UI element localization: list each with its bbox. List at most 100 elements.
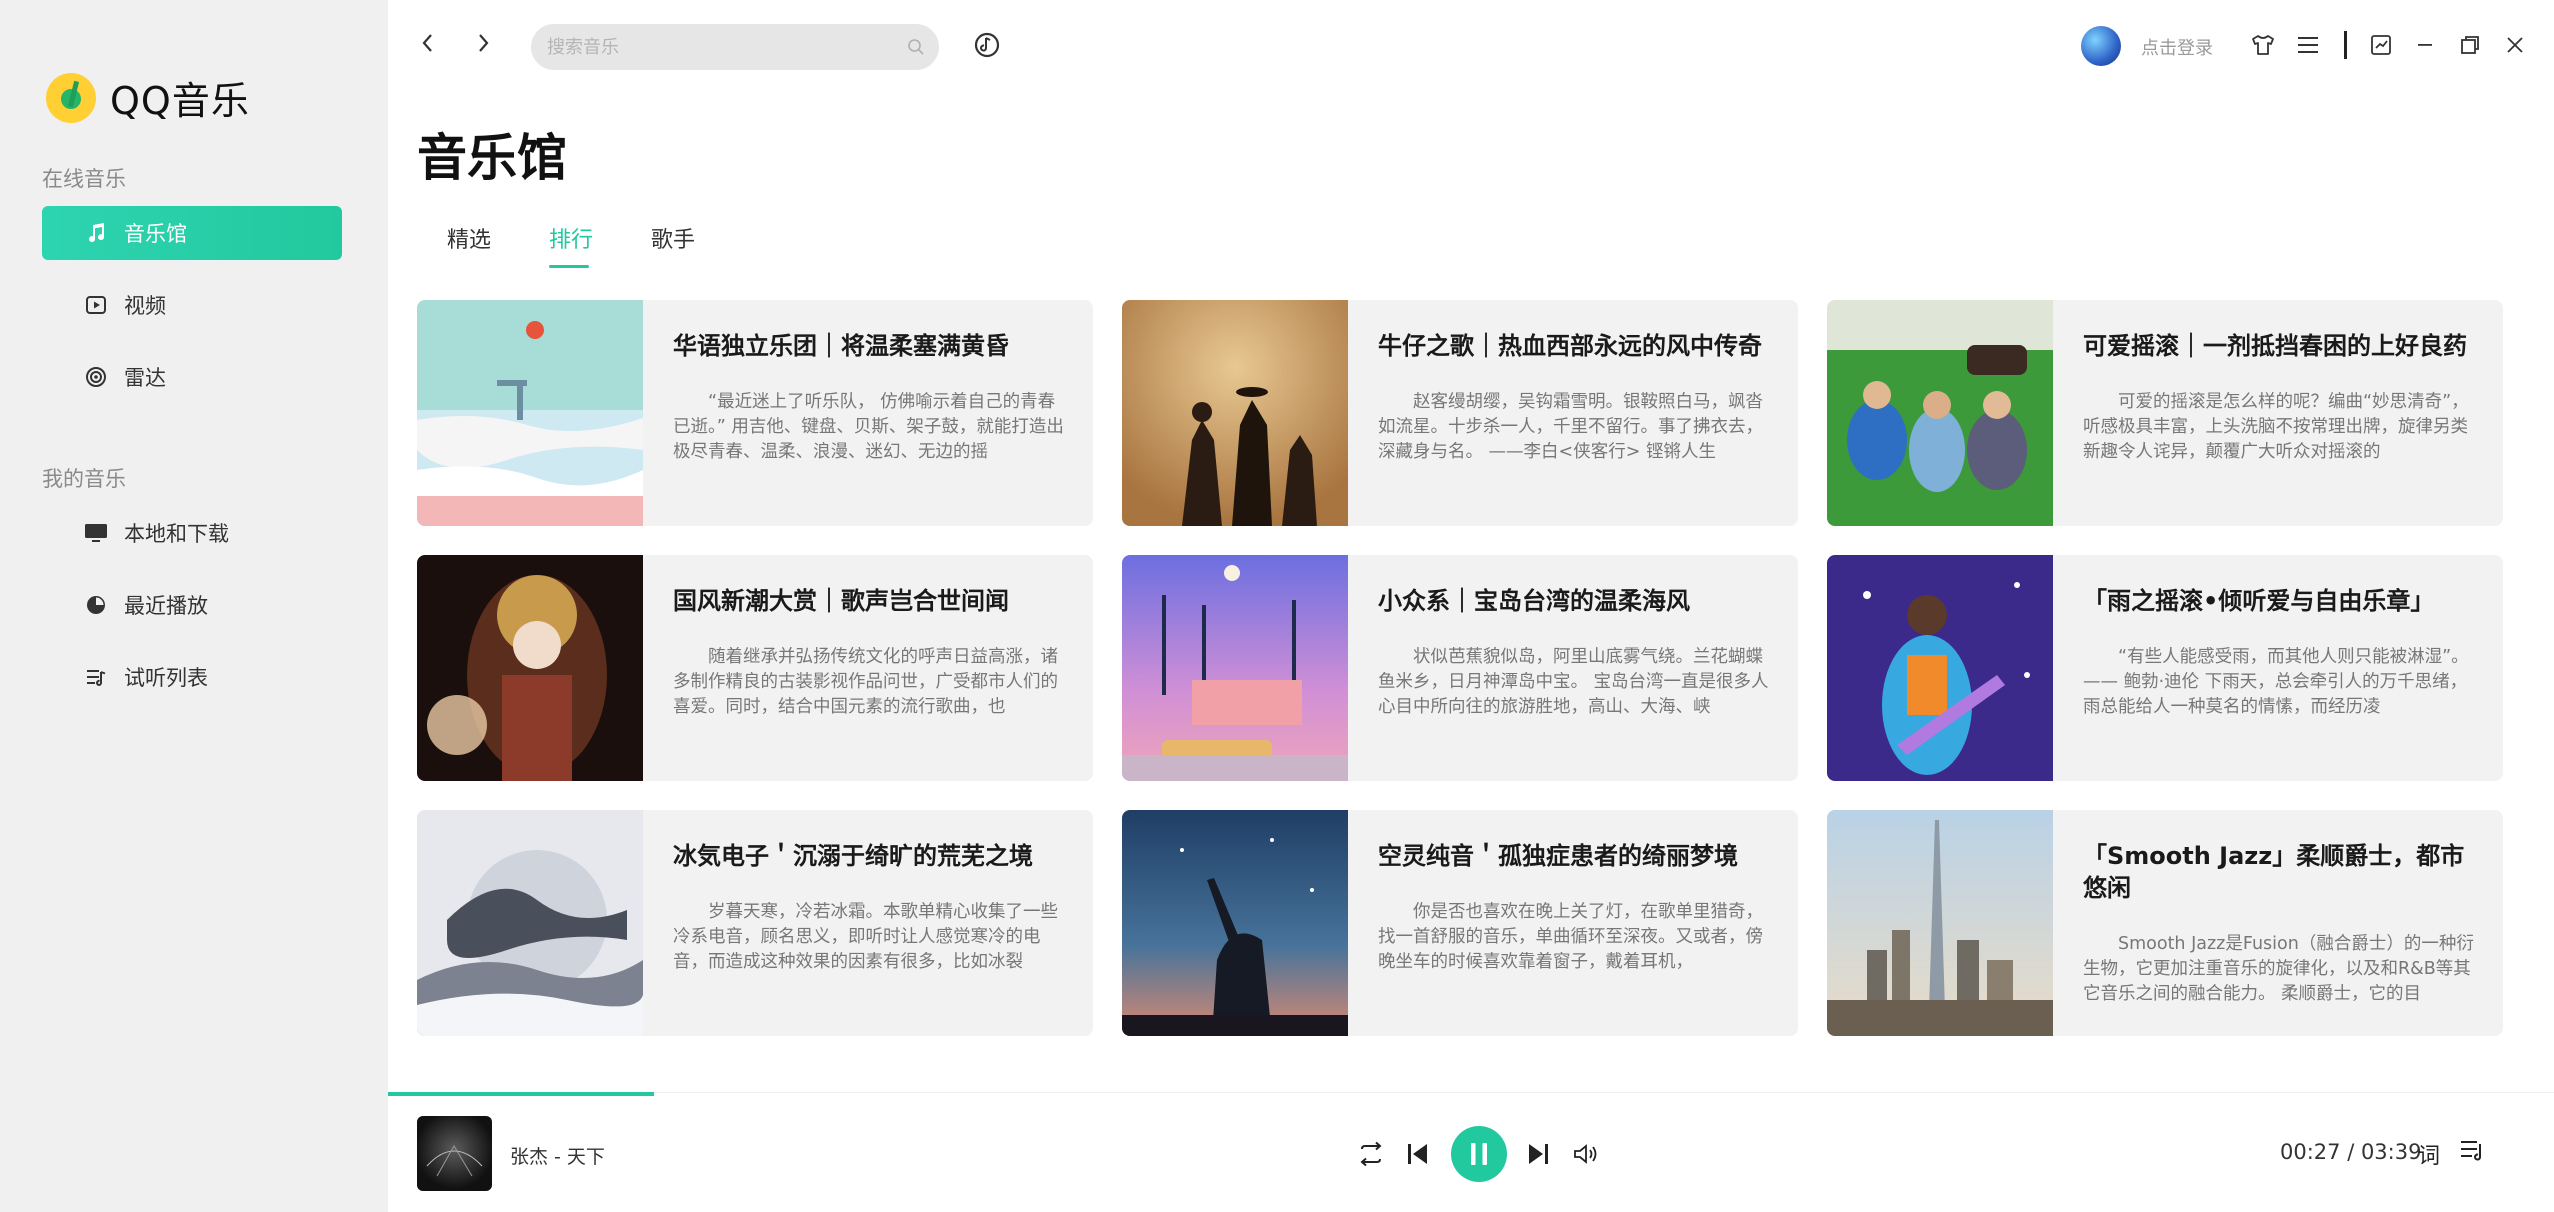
video-icon <box>84 293 108 317</box>
music-note-icon <box>84 221 108 245</box>
menu-icon <box>2298 37 2318 53</box>
playlist-description: 岁暮天寒，冷若冰霜。本歌单精心收集了一些冷系电音，顾名思义，即听时让人感觉寒冷的… <box>673 902 1058 972</box>
playlist-title: 小众系｜宝岛台湾的温柔海风 <box>1378 587 1690 615</box>
sidebar-item-label: 雷达 <box>124 366 166 390</box>
qq-music-logo-icon <box>46 72 96 123</box>
sidebar-item-music-hall[interactable]: 音乐馆 <box>42 206 342 260</box>
sidebar-item-label: 最近播放 <box>124 594 208 618</box>
monitor-icon <box>84 521 108 545</box>
close-button[interactable] <box>2500 30 2530 60</box>
playlist-cover-image <box>1827 810 2053 1036</box>
active-tab-indicator <box>549 265 589 268</box>
playlist-card[interactable]: 「雨之摇滚•倾听爱与自由乐章」 “有些人能感受雨，而其他人则只能被淋湿”。—— … <box>1827 555 2503 781</box>
minimize-icon <box>2418 44 2432 46</box>
playlist-card[interactable]: 「Smooth Jazz」柔顺爵士，都市悠闲 Smooth Jazz是Fusio… <box>1827 810 2503 1036</box>
recognize-music-icon <box>974 32 1000 58</box>
repeat-icon <box>1360 1141 1382 1167</box>
avatar[interactable] <box>2081 26 2121 66</box>
search-input[interactable] <box>547 36 877 58</box>
playlist-cover-image <box>1827 555 2053 781</box>
playback-progress[interactable] <box>388 1092 654 1096</box>
radar-icon <box>84 365 108 389</box>
sidebar-item-label: 视频 <box>124 294 166 318</box>
play-queue-icon <box>2461 1141 2482 1161</box>
playlist-cover-image <box>1122 810 1348 1036</box>
playlist-title: 冰気电子＇沉溺于绮旷的荒芜之境 <box>673 842 1033 870</box>
playlist-card[interactable]: 冰気电子＇沉溺于绮旷的荒芜之境 岁暮天寒，冷若冰霜。本歌单精心收集了一些冷系电音… <box>417 810 1093 1036</box>
tab-singers[interactable]: 歌手 <box>651 222 695 254</box>
playlist-cover-image <box>417 555 643 781</box>
playlist-icon <box>84 665 108 689</box>
section-my-music: 我的音乐 <box>42 467 126 491</box>
app-name: QQ音乐 <box>110 79 250 123</box>
playlist-card[interactable]: 国风新潮大赏｜歌声岂合世间闻 随着继承并弘扬传统文化的呼声日益高涨，诸多制作精良… <box>417 555 1093 781</box>
playlist-card[interactable]: 华语独立乐团｜将温柔塞满黄昏 “最近迷上了听乐队， 仿佛喻示着自己的青春已逝。”… <box>417 300 1093 526</box>
tshirt-icon <box>2252 35 2274 55</box>
playlist-cover-image <box>417 810 643 1036</box>
sidebar-item-radar[interactable]: 雷达 <box>42 350 342 404</box>
playlist-title: 「雨之摇滚•倾听爱与自由乐章」 <box>2083 587 2435 615</box>
maximize-button[interactable] <box>2455 30 2485 60</box>
sidebar-item-video[interactable]: 视频 <box>42 278 342 332</box>
playlist-title: 可爱摇滚｜一剂抵挡春困的上好良药 <box>2083 332 2467 360</box>
search-box[interactable] <box>531 24 939 70</box>
playlist-title: 「Smooth Jazz」柔顺爵士，都市悠闲 <box>2083 842 2465 902</box>
volume-button[interactable] <box>1566 1134 1606 1174</box>
playlist-description: 可爱的摇滚是怎么样的呢？编曲“妙思清奇”，听感极具丰富，上头洗脑不按常理出牌，旋… <box>2083 392 2469 462</box>
playlist-cover-image <box>1827 300 2053 526</box>
playlist-cover-image <box>1122 300 1348 526</box>
now-playing-cover[interactable] <box>417 1116 492 1191</box>
playlist-card[interactable]: 牛仔之歌｜热血西部永远的风中传奇 赵客缦胡缨，吴钩霜雪明。银鞍照白马，飒沓如流星… <box>1122 300 1798 526</box>
playlist-card[interactable]: 小众系｜宝岛台湾的温柔海风 状似芭蕉貌似岛，阿里山底雾气绕。兰花蝴蝶鱼米乡，日月… <box>1122 555 1798 781</box>
sidebar: QQ音乐 在线音乐 音乐馆 视频 雷达 我的音乐 本地和下载 最近播放 试听列表 <box>0 0 388 1212</box>
sidebar-item-label: 试听列表 <box>124 666 208 690</box>
song-recognition-button[interactable] <box>970 28 1004 66</box>
playlist-description: “有些人能感受雨，而其他人则只能被淋湿”。—— 鲍勃·迪伦 下雨天，总会牵引人的… <box>2083 647 2469 717</box>
play-queue-button[interactable] <box>2458 1136 2486 1168</box>
sidebar-item-trial-list[interactable]: 试听列表 <box>42 650 342 704</box>
playlist-description: “最近迷上了听乐队， 仿佛喻示着自己的青春已逝。” 用吉他、键盘、贝斯、架子鼓，… <box>673 392 1064 462</box>
playlist-card[interactable]: 可爱摇滚｜一剂抵挡春困的上好良药 可爱的摇滚是怎么样的呢？编曲“妙思清奇”，听感… <box>1827 300 2503 526</box>
playlist-description: 随着继承并弘扬传统文化的呼声日益高涨，诸多制作精良的古装影视作品问世，广受都市人… <box>673 647 1058 717</box>
tab-ranking[interactable]: 排行 <box>549 222 593 254</box>
skin-button[interactable] <box>2248 30 2278 60</box>
playlist-cover-image <box>417 300 643 526</box>
page-title: 音乐馆 <box>417 129 567 187</box>
playlist-title: 空灵纯音＇孤独症患者的绮丽梦境 <box>1378 842 1738 870</box>
app-logo[interactable]: QQ音乐 <box>46 70 250 125</box>
mini-mode-button[interactable] <box>2366 30 2396 60</box>
playback-time: 00:27 / 03:39 <box>2280 1140 2422 1164</box>
chevron-left-icon <box>422 34 432 52</box>
now-playing-title[interactable]: 张杰 - 天下 <box>510 1142 605 1169</box>
pause-icon <box>1471 1143 1487 1165</box>
playlist-cover-image <box>1122 555 1348 781</box>
playlist-description: 你是否也喜欢在晚上关了灯，在歌单里猎奇，找一首舒服的音乐，单曲循环至深夜。又或者… <box>1378 902 1763 972</box>
forward-button[interactable] <box>468 28 498 58</box>
playlist-description: Smooth Jazz是Fusion（融合爵士）的一种衍生物，它更加注重音乐的旋… <box>2083 934 2474 1004</box>
next-button[interactable] <box>1518 1134 1558 1174</box>
search-icon[interactable] <box>907 38 925 60</box>
mini-mode-icon <box>2371 35 2391 55</box>
login-link[interactable]: 点击登录 <box>2141 34 2213 60</box>
sidebar-item-local-downloads[interactable]: 本地和下载 <box>42 506 342 560</box>
playlist-title: 华语独立乐团｜将温柔塞满黄昏 <box>673 332 1009 360</box>
back-button[interactable] <box>413 28 443 58</box>
playlist-card[interactable]: 空灵纯音＇孤独症患者的绮丽梦境 你是否也喜欢在晚上关了灯，在歌单里猎奇，找一首舒… <box>1122 810 1798 1036</box>
main-menu-button[interactable] <box>2293 30 2323 60</box>
tab-featured[interactable]: 精选 <box>447 222 491 254</box>
skip-next-icon <box>1529 1144 1548 1164</box>
repeat-mode-button[interactable] <box>1351 1134 1391 1174</box>
sidebar-item-label: 本地和下载 <box>124 522 229 546</box>
clock-pie-icon <box>84 593 108 617</box>
section-online-music: 在线音乐 <box>42 167 126 191</box>
pause-button[interactable] <box>1451 1126 1507 1182</box>
playlist-description: 赵客缦胡缨，吴钩霜雪明。银鞍照白马，飒沓如流星。十步杀一人，千里不留行。事了拂衣… <box>1378 392 1763 462</box>
sidebar-item-label: 音乐馆 <box>124 222 187 246</box>
close-icon <box>2507 37 2523 53</box>
playlist-title: 牛仔之歌｜热血西部永远的风中传奇 <box>1378 332 1762 360</box>
lyrics-button[interactable]: 词 <box>2418 1138 2440 1170</box>
playlist-title: 国风新潮大赏｜歌声岂合世间闻 <box>673 587 1009 615</box>
previous-button[interactable] <box>1398 1134 1438 1174</box>
sidebar-item-recent[interactable]: 最近播放 <box>42 578 342 632</box>
minimize-button[interactable] <box>2410 30 2440 60</box>
